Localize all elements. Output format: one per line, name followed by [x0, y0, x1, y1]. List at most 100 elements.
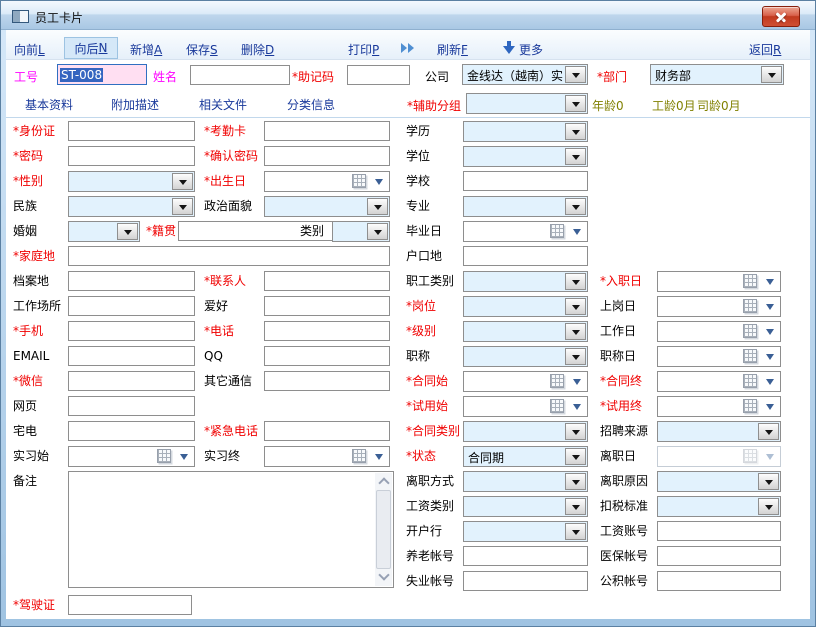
phone-input[interactable] [264, 321, 390, 341]
category-dropdown-button[interactable] [367, 223, 388, 240]
remarks-textarea[interactable] [68, 471, 394, 588]
work-date-label: 工作日 [600, 324, 636, 339]
workplace-input[interactable] [68, 296, 195, 316]
job-title-select[interactable] [463, 346, 588, 367]
native-place-input[interactable] [178, 221, 352, 241]
bank-dropdown-button[interactable] [565, 523, 586, 540]
confirm-password-input[interactable] [264, 146, 390, 166]
ethnicity-dropdown-button[interactable] [172, 198, 193, 215]
category-select[interactable] [332, 221, 390, 242]
graduation-date-datepicker[interactable] [463, 221, 588, 242]
education-dropdown-button[interactable] [565, 123, 586, 140]
emergency-phone-input[interactable] [264, 421, 390, 441]
title-date-datepicker[interactable] [657, 346, 781, 367]
position-dropdown-button[interactable] [565, 298, 586, 315]
ethnicity-label: 民族 [13, 199, 37, 214]
contract-start-label: *合同始 [406, 374, 448, 389]
scrollbar[interactable] [375, 473, 392, 586]
home-phone-input[interactable] [68, 421, 195, 441]
position-select[interactable] [463, 296, 588, 317]
internship-end-datepicker[interactable] [264, 446, 390, 467]
resign-reason-dropdown-button[interactable] [758, 473, 779, 490]
home-address-input[interactable] [68, 246, 390, 266]
id-card-input[interactable] [68, 121, 195, 141]
recruitment-source-dropdown-button[interactable] [758, 423, 779, 440]
birth-date-datepicker[interactable] [264, 171, 390, 192]
drivers-license-input[interactable] [68, 595, 192, 615]
password-input[interactable] [68, 146, 195, 166]
level-select[interactable] [463, 321, 588, 342]
household-place-input[interactable] [463, 246, 588, 266]
degree-select[interactable] [463, 146, 588, 167]
resign-method-dropdown-button[interactable] [565, 473, 586, 490]
ethnicity-select[interactable] [68, 196, 195, 217]
level-dropdown-button[interactable] [565, 323, 586, 340]
resign-date-label: 离职日 [600, 449, 636, 464]
marital-status-dropdown-button[interactable] [117, 223, 138, 240]
salary-type-dropdown-button[interactable] [565, 498, 586, 515]
contract-type-dropdown-button[interactable] [565, 423, 586, 440]
webpage-input[interactable] [68, 396, 195, 416]
internship-start-datepicker[interactable] [68, 446, 195, 467]
pension-account-label: 养老帐号 [406, 549, 454, 564]
mobile-input[interactable] [68, 321, 195, 341]
scroll-up-icon[interactable] [375, 473, 392, 490]
job-title-dropdown-button[interactable] [565, 348, 586, 365]
scroll-thumb[interactable] [376, 490, 391, 569]
tax-standard-select[interactable] [657, 496, 781, 517]
probation-start-datepicker[interactable] [463, 396, 588, 417]
tax-standard-dropdown-button[interactable] [758, 498, 779, 515]
resign-method-select[interactable] [463, 471, 588, 492]
resign-reason-label: 离职原因 [600, 474, 648, 489]
chevron-down-icon [374, 205, 382, 214]
resign-reason-select[interactable] [657, 471, 781, 492]
employee-type-select[interactable] [463, 271, 588, 292]
household-place-label: 户口地 [406, 249, 442, 264]
bank-select[interactable] [463, 521, 588, 542]
contract-type-select[interactable] [463, 421, 588, 442]
political-status-select[interactable] [264, 196, 390, 217]
other-contact-input[interactable] [264, 371, 390, 391]
chevron-down-icon [573, 379, 581, 389]
housing-fund-account-input[interactable] [657, 571, 781, 591]
archive-place-input[interactable] [68, 271, 195, 291]
gender-dropdown-button[interactable] [172, 173, 193, 190]
major-select[interactable] [463, 196, 588, 217]
unemployment-account-input[interactable] [463, 571, 588, 591]
resign-date-datepicker[interactable] [657, 446, 781, 467]
chevron-down-icon [766, 279, 774, 289]
status-dropdown-button[interactable] [565, 448, 586, 465]
wechat-input[interactable] [68, 371, 195, 391]
gender-select[interactable] [68, 171, 195, 192]
degree-dropdown-button[interactable] [565, 148, 586, 165]
contact-person-input[interactable] [264, 271, 390, 291]
marital-status-select[interactable] [68, 221, 140, 242]
recruitment-source-select[interactable] [657, 421, 781, 442]
contract-start-datepicker[interactable] [463, 371, 588, 392]
contract-end-datepicker[interactable] [657, 371, 781, 392]
school-input[interactable] [463, 171, 588, 191]
major-dropdown-button[interactable] [565, 198, 586, 215]
hobby-input[interactable] [264, 296, 390, 316]
qq-input[interactable] [264, 346, 390, 366]
probation-end-datepicker[interactable] [657, 396, 781, 417]
attendance-card-input[interactable] [264, 121, 390, 141]
political-status-dropdown-button[interactable] [367, 198, 388, 215]
salary-account-input[interactable] [657, 521, 781, 541]
workplace-label: 工作场所 [13, 299, 61, 314]
education-select[interactable] [463, 121, 588, 142]
post-date-datepicker[interactable] [657, 296, 781, 317]
scroll-down-icon[interactable] [375, 569, 392, 586]
work-date-datepicker[interactable] [657, 321, 781, 342]
email-input[interactable] [68, 346, 195, 366]
status-select[interactable]: 合同期 [463, 446, 588, 467]
chevron-down-icon [572, 505, 580, 514]
employee-type-dropdown-button[interactable] [565, 273, 586, 290]
medical-account-input[interactable] [657, 546, 781, 566]
pension-account-input[interactable] [463, 546, 588, 566]
salary-account-label: 工资账号 [600, 524, 648, 539]
salary-type-select[interactable] [463, 496, 588, 517]
contract-type-label: *合同类别 [406, 424, 460, 439]
probation-start-label: *试用始 [406, 399, 448, 414]
hire-date-datepicker[interactable] [657, 271, 781, 292]
